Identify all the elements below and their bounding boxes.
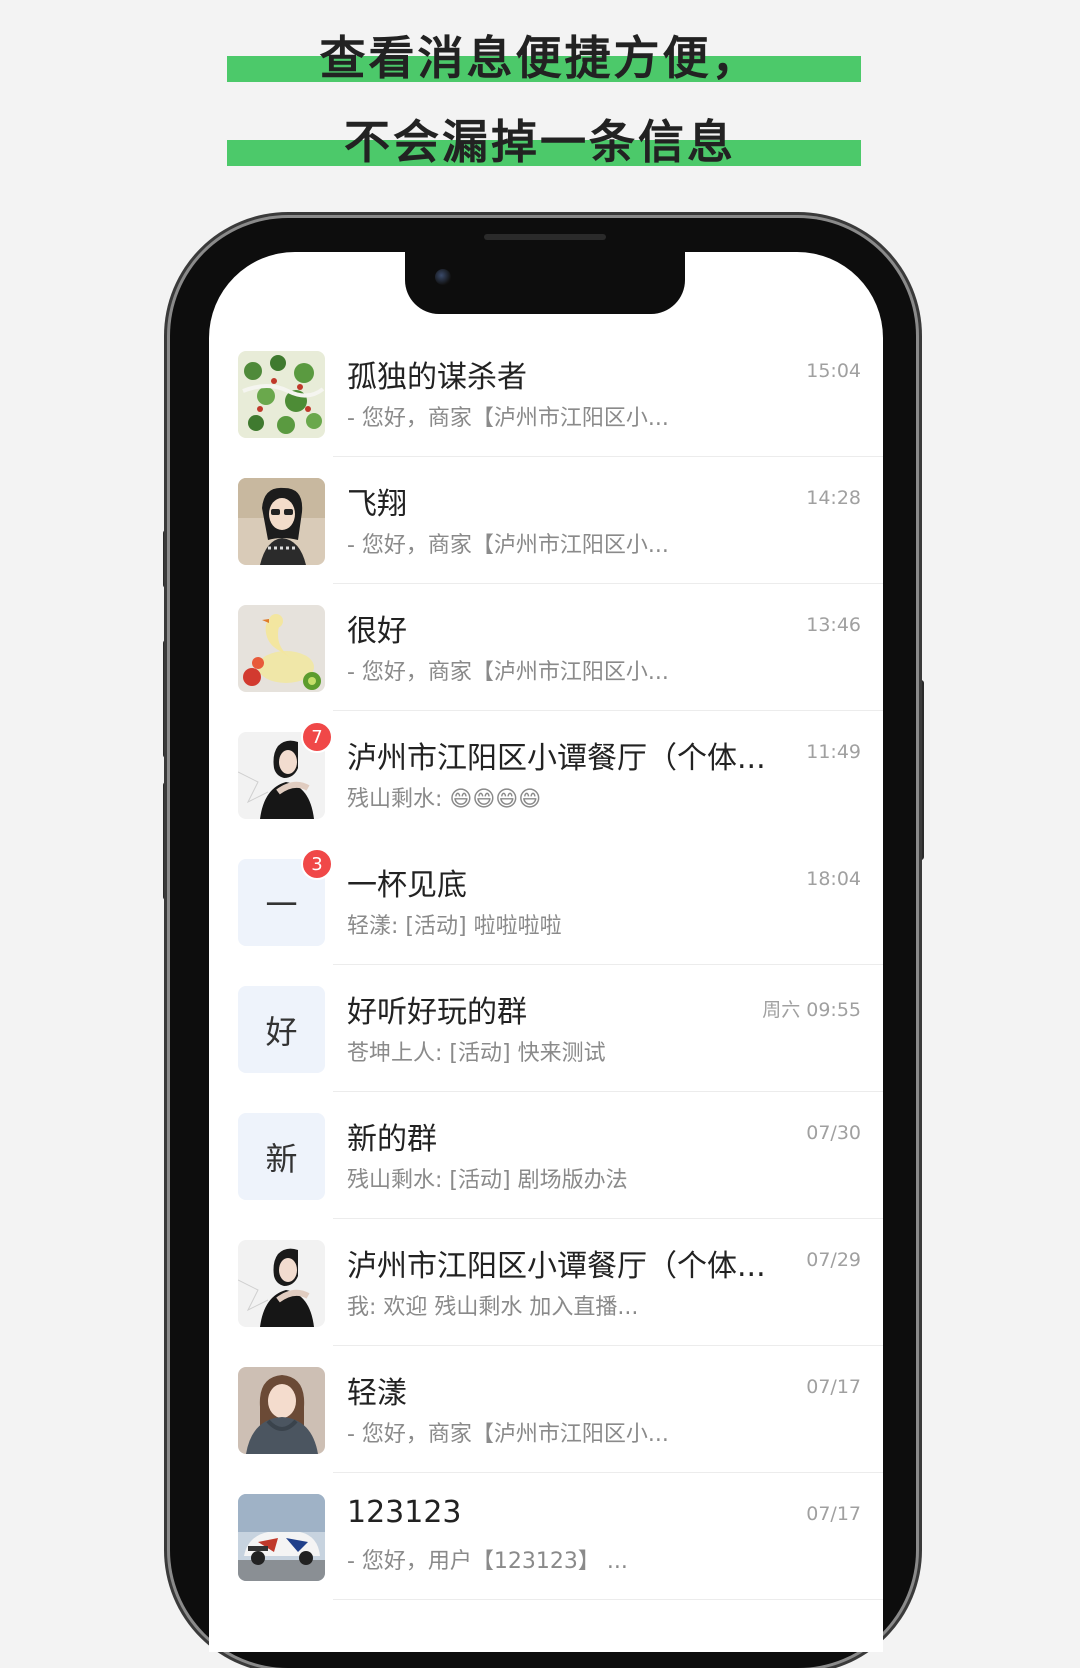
chat-name: 泸州市江阳区小谭餐厅（个体... [347,741,766,776]
chat-name: 孤独的谋杀者 [347,360,527,395]
chat-list-item[interactable]: 飞翔 14:28 - 您好，商家【泸州市江阳区小... [209,457,883,584]
divider [333,1599,883,1600]
chat-time: 07/29 [806,1249,861,1271]
chat-time: 15:04 [806,360,861,382]
chat-name: 新的群 [347,1122,437,1157]
chat-time: 07/17 [806,1503,861,1525]
chat-preview: 残山剩水: 😄😄😄😄 [347,787,542,812]
chat-name: 一杯见底 [347,868,467,903]
chat-preview: 苍坤上人: [活动] 快来测试 [347,1041,606,1066]
chat-preview: - 您好，商家【泸州市江阳区小... [347,1422,669,1447]
chat-name: 轻漾 [347,1376,407,1411]
headline-line-1: 查看消息便捷方便， [319,31,761,85]
chat-list-item[interactable]: 泸州市江阳区小谭餐厅（个体... 07/29 我: 欢迎 残山剩水 加入直播..… [209,1219,883,1346]
phone-screen: 孤独的谋杀者 15:04 - 您好，商家【泸州市江阳区小... 飞翔 14:28… [209,252,883,1652]
chat-list-item[interactable]: 很好 13:46 - 您好，商家【泸州市江阳区小... [209,584,883,711]
chat-name: 泸州市江阳区小谭餐厅（个体... [347,1249,766,1284]
avatar[interactable] [238,351,325,438]
headline-line-2: 不会漏掉一条信息 [344,115,736,169]
avatar[interactable] [238,1240,325,1327]
chat-name: 好听好玩的群 [347,995,527,1030]
chat-list-item[interactable]: 7 泸州市江阳区小谭餐厅（个体... 11:49 残山剩水: 😄😄😄😄 [209,711,883,838]
chat-name: 123123 [347,1495,462,1530]
chat-time: 周六 09:55 [762,999,861,1021]
chat-preview: - 您好，商家【泸州市江阳区小... [347,406,669,431]
chat-preview: - 您好，商家【泸州市江阳区小... [347,533,669,558]
avatar[interactable]: 新 [238,1113,325,1200]
avatar[interactable] [238,478,325,565]
chat-list-item[interactable]: 一 3 一杯见底 18:04 轻漾: [活动] 啦啦啦啦 [209,838,883,965]
chat-name: 很好 [347,614,407,649]
chat-list-item[interactable]: 123123 07/17 - 您好，用户【123123】 ... [209,1473,883,1600]
chat-name: 飞翔 [347,487,407,522]
power-button [916,680,924,860]
chat-list: 孤独的谋杀者 15:04 - 您好，商家【泸州市江阳区小... 飞翔 14:28… [209,330,883,1600]
chat-time: 14:28 [806,487,861,509]
chat-list-item[interactable]: 好 好听好玩的群 周六 09:55 苍坤上人: [活动] 快来测试 [209,965,883,1092]
speaker-grille [484,234,606,240]
unread-badge: 7 [301,721,333,753]
chat-list-item[interactable]: 新 新的群 07/30 残山剩水: [活动] 剧场版办法 [209,1092,883,1219]
chat-preview: - 您好，商家【泸州市江阳区小... [347,660,669,685]
chat-list-item[interactable]: 孤独的谋杀者 15:04 - 您好，商家【泸州市江阳区小... [209,330,883,457]
avatar[interactable] [238,1367,325,1454]
chat-list-item[interactable]: 轻漾 07/17 - 您好，商家【泸州市江阳区小... [209,1346,883,1473]
unread-badge: 3 [301,848,333,880]
avatar[interactable] [238,605,325,692]
chat-time: 11:49 [806,741,861,763]
chat-time: 13:46 [806,614,861,636]
chat-time: 07/17 [806,1376,861,1398]
chat-preview: 残山剩水: [活动] 剧场版办法 [347,1168,628,1193]
chat-preview: 轻漾: [活动] 啦啦啦啦 [347,914,562,939]
chat-time: 18:04 [806,868,861,890]
headline: 查看消息便捷方便， 不会漏掉一条信息 [0,0,1080,200]
chat-time: 07/30 [806,1122,861,1144]
avatar[interactable] [238,1494,325,1581]
chat-preview: - 您好，用户【123123】 ... [347,1549,628,1574]
chat-preview: 我: 欢迎 残山剩水 加入直播... [347,1295,639,1320]
front-camera-icon [435,269,451,285]
avatar[interactable]: 好 [238,986,325,1073]
